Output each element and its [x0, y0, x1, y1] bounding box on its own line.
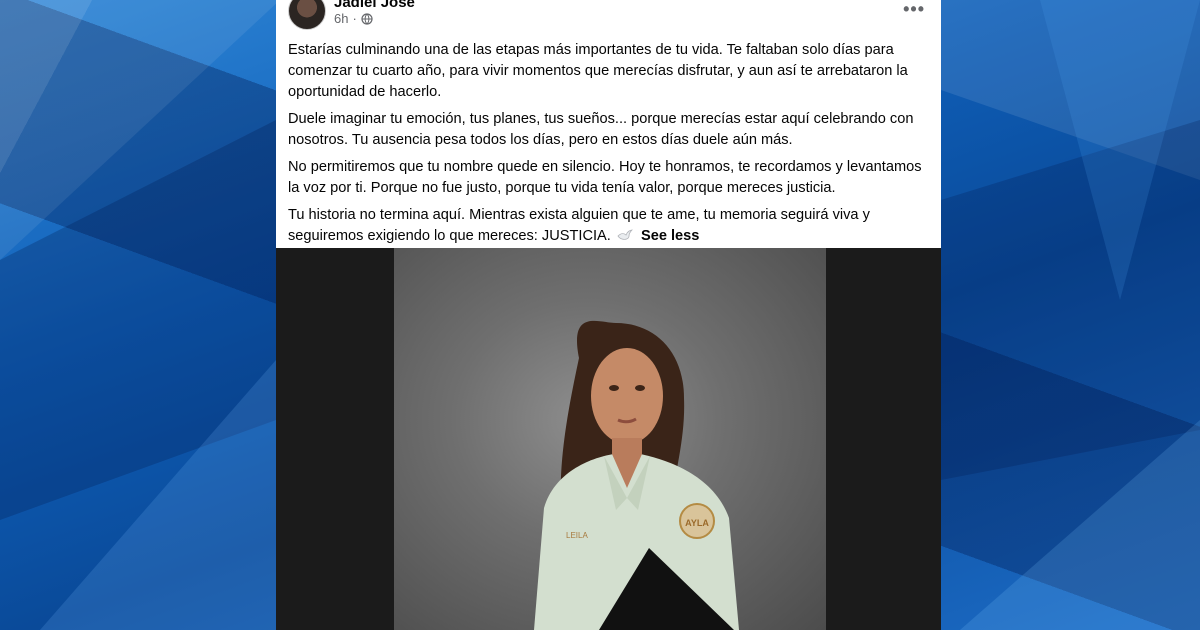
author-name[interactable]: Jadiel José [334, 0, 415, 11]
name-tag-text: LEILA [566, 531, 588, 540]
post-media[interactable]: AYLA LEILA [276, 248, 941, 630]
more-options-icon[interactable]: ••• [903, 0, 925, 18]
post-paragraph-1: Estarías culminando una de las etapas má… [288, 42, 908, 100]
author-avatar[interactable] [288, 0, 326, 30]
post-header: Jadiel José 6h · ••• [276, 0, 941, 36]
school-badge-text: AYLA [685, 518, 709, 528]
post-meta: 6h · [334, 11, 373, 26]
post-photo[interactable]: AYLA LEILA [394, 248, 826, 630]
post-paragraph-4: Tu historia no termina aquí. Mientras ex… [288, 205, 929, 247]
post-time[interactable]: 6h [334, 11, 348, 26]
meta-separator: · [352, 11, 357, 26]
post-text: Estarías culminando una de las etapas má… [276, 36, 941, 247]
globe-icon [361, 12, 373, 25]
photo-illustration: AYLA LEILA [534, 320, 739, 630]
see-less-link[interactable]: See less [641, 228, 699, 244]
post-paragraph-3: No permitiremos que tu nombre quede en s… [288, 159, 922, 196]
facebook-post: Jadiel José 6h · ••• Estarías culminando… [276, 0, 941, 630]
dove-icon [617, 229, 633, 240]
post-paragraph-4-text: Tu historia no termina aquí. Mientras ex… [288, 207, 870, 244]
post-paragraph-2: Duele imaginar tu emoción, tus planes, t… [288, 111, 914, 148]
